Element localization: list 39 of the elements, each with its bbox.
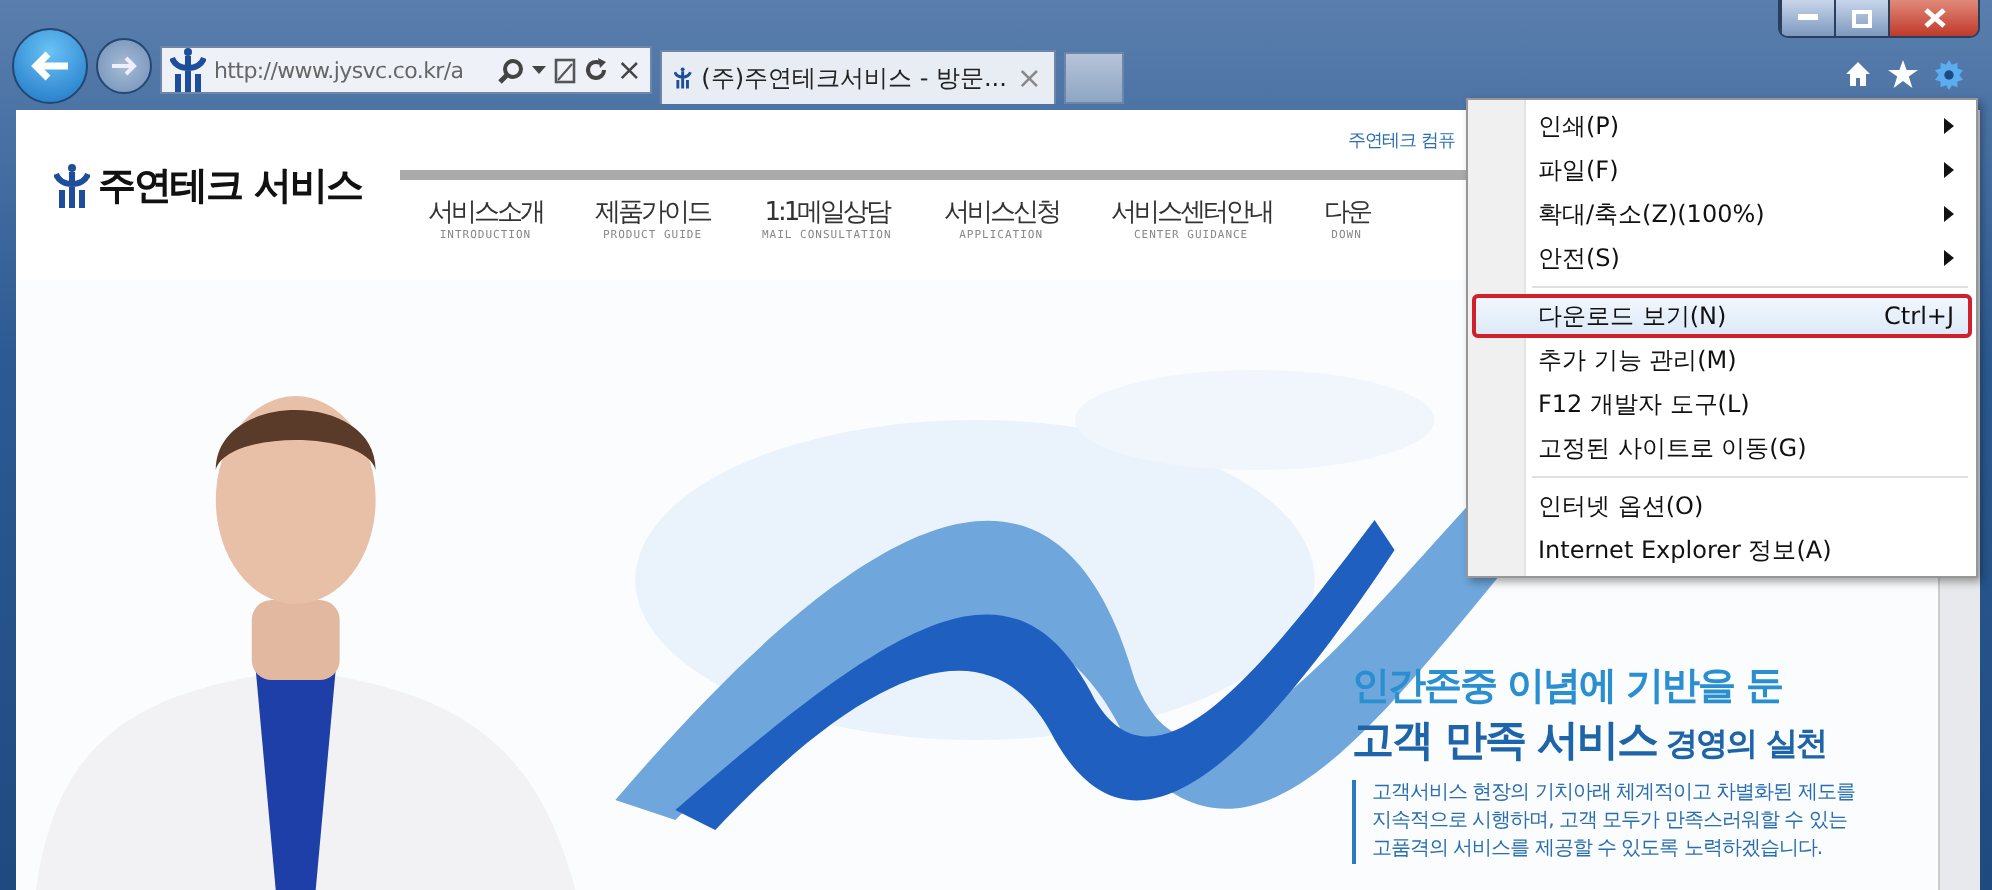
menu-item[interactable]: 추가 기능 관리(M) — [1472, 338, 1972, 382]
menu-item[interactable]: 인쇄(P) — [1472, 104, 1972, 148]
refresh-icon[interactable] — [584, 58, 609, 82]
top-link[interactable]: 주연테크 컴퓨 — [1348, 127, 1455, 153]
minimize-icon — [1798, 14, 1818, 22]
maximize-icon — [1852, 9, 1872, 27]
hero-title: 고객 만족 서비스 경영의 실천 — [1352, 714, 1828, 768]
star-icon[interactable] — [1888, 60, 1918, 88]
stop-button[interactable]: × — [616, 52, 642, 88]
menu-item[interactable]: F12 개발자 도구(L) — [1472, 382, 1972, 426]
left-arrow-icon — [30, 50, 70, 82]
submenu-arrow-icon — [1944, 162, 1954, 178]
submenu-arrow-icon — [1944, 206, 1954, 222]
site-logo[interactable]: 주연테크 서비스 — [98, 159, 362, 211]
maximize-button[interactable] — [1834, 0, 1888, 36]
browser-tab[interactable]: (주)주연테크서비스 - 방문... × — [660, 50, 1056, 104]
right-arrow-icon — [110, 54, 138, 78]
close-button[interactable] — [1888, 0, 1978, 36]
menu-item[interactable]: Internet Explorer 정보(A) — [1472, 528, 1972, 572]
search-icon[interactable] — [498, 57, 525, 83]
menu-item[interactable]: 고정된 사이트로 이동(G) — [1472, 426, 1972, 470]
hero-paragraph: 고객서비스 현장의 기치아래 체계적이고 차별화된 제도를 지속적으로 시행하며, 고객 모두가 만족스러워할 수 있는 고품격의 서비스를 제공할 수 있도록 노력하겠습니다. — [1352, 780, 1855, 864]
menu-item[interactable]: 다운로드 보기(N) Ctrl+J — [1472, 294, 1972, 338]
settings-icon[interactable] — [1934, 60, 1964, 90]
menu-item[interactable]: 파일(F) — [1472, 148, 1972, 192]
logo-icon — [170, 48, 206, 92]
menu-item[interactable]: 안전(S) — [1472, 236, 1972, 280]
home-icon[interactable] — [1844, 60, 1872, 88]
menu-item[interactable]: 인터넷 옵션(O) — [1472, 484, 1972, 528]
close-icon — [1923, 8, 1945, 28]
minimize-button[interactable] — [1780, 0, 1834, 36]
back-button[interactable] — [12, 28, 88, 104]
address-field[interactable]: http://www.jysvc.co.kr/a × — [160, 46, 652, 94]
dropdown-icon[interactable] — [532, 66, 547, 74]
compatibility-view-icon[interactable] — [554, 57, 577, 83]
logo-icon — [54, 163, 91, 207]
submenu-arrow-icon — [1944, 250, 1954, 266]
menu-item[interactable]: 확대/축소(Z)(100%) — [1472, 192, 1972, 236]
submenu-arrow-icon — [1944, 118, 1954, 134]
